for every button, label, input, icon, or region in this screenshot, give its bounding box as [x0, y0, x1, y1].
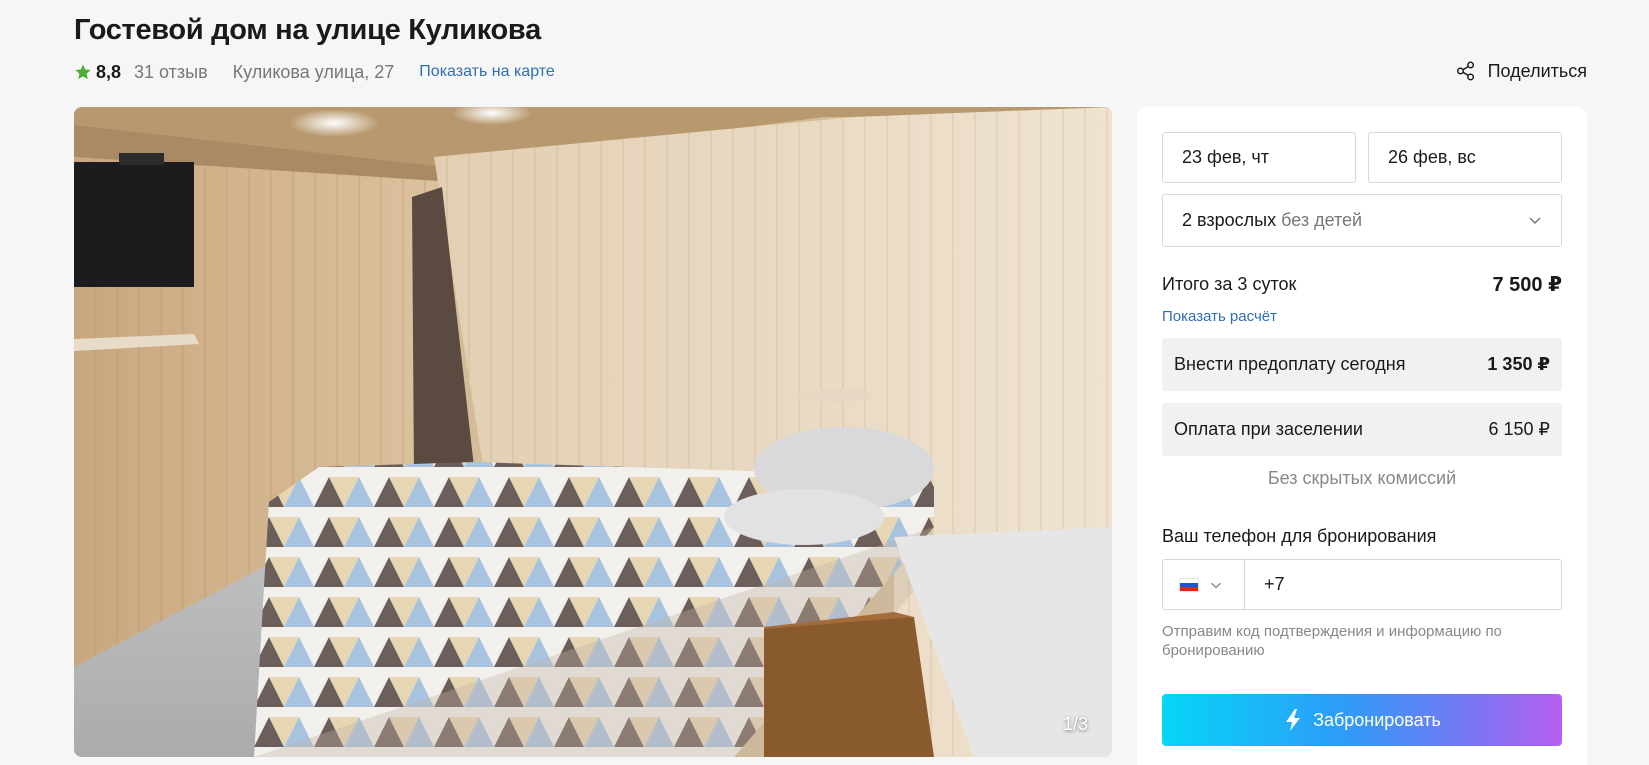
reviews-link[interactable]: 31 отзыв [134, 62, 208, 83]
prepayment-row: Внести предоплату сегодня 1 350 ₽ [1162, 338, 1562, 391]
phone-field [1162, 559, 1562, 610]
guests-children: без детей [1281, 210, 1363, 230]
prepayment-value: 1 350 ₽ [1487, 354, 1550, 374]
no-fees-note: Без скрытых комиссий [1267, 468, 1457, 488]
chevron-down-icon [1529, 217, 1541, 225]
check-in-value: 23 фев, чт [1182, 147, 1270, 167]
rating-value: 8,8 [96, 61, 122, 82]
country-code-select[interactable] [1163, 560, 1245, 609]
page-title: Гостевой дом на улице Куликова [74, 14, 541, 46]
lightning-icon [1286, 709, 1301, 731]
photo-counter: 1/3 [1062, 714, 1088, 734]
phone-label: Ваш телефон для бронирования [1162, 526, 1437, 546]
checkin-payment-row: Оплата при заселении 6 150 ₽ [1162, 403, 1562, 456]
guests-select[interactable]: 2 взрослых без детей [1162, 194, 1562, 247]
show-on-map-link[interactable]: Показать на карте [419, 63, 554, 81]
star-icon [75, 64, 91, 80]
phone-input[interactable] [1245, 560, 1561, 609]
checkin-payment-value: 6 150 ₽ [1488, 419, 1551, 439]
share-icon [1456, 61, 1474, 81]
chevron-down-icon [1211, 582, 1221, 589]
prepayment-label: Внести предоплату сегодня [1174, 354, 1406, 374]
check-in-date[interactable]: 23 фев, чт [1162, 132, 1356, 183]
show-calculation-link[interactable]: Показать расчёт [1162, 308, 1277, 325]
checkin-payment-label: Оплата при заселении [1174, 419, 1363, 439]
ru-flag-icon [1179, 577, 1199, 592]
hotel-meta: 8,8 31 отзыв Куликова улица, 27 Показать… [74, 60, 555, 84]
booking-panel: 23 фев, чт 26 фев, вс 2 взрослых без дет… [1137, 107, 1587, 765]
total-label: Итого за 3 суток [1162, 274, 1297, 294]
phone-hint: Отправим код подтверждения и информацию … [1162, 623, 1502, 659]
page: Гостевой дом на улице Куликова 8,8 31 от… [0, 0, 1649, 765]
book-button[interactable]: Забронировать [1162, 694, 1562, 746]
check-out-value: 26 фев, вс [1388, 147, 1476, 167]
share-label: Поделиться [1487, 60, 1587, 81]
book-button-label: Забронировать [1313, 709, 1441, 730]
address-text: Куликова улица, 27 [232, 61, 395, 82]
photo-gallery[interactable]: 1/3 [74, 107, 1112, 757]
total-price: 7 500 ₽ [1492, 274, 1562, 296]
room-photo [74, 107, 1112, 757]
guests-adults: 2 взрослых [1182, 210, 1277, 230]
check-out-date[interactable]: 26 фев, вс [1368, 132, 1562, 183]
share-button[interactable]: Поделиться [1455, 60, 1587, 82]
